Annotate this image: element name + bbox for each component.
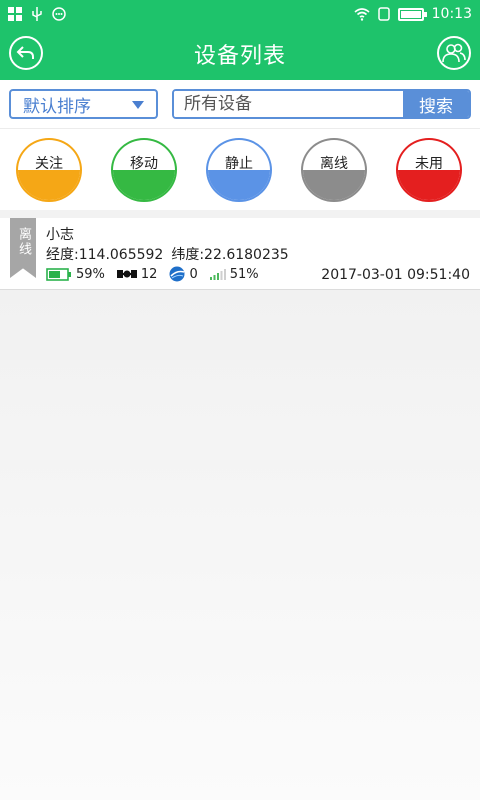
filter-fill [18, 170, 80, 200]
users-button[interactable] [437, 36, 471, 70]
filter-moving[interactable]: 移动 [111, 138, 177, 202]
list-item[interactable]: 离线 小志 经度:114.065592 纬度:22.6180235 59% 12 … [0, 218, 480, 290]
filter-label: 移动 [130, 156, 158, 172]
message-icon [52, 7, 66, 21]
battery-stat: 59% [46, 267, 105, 282]
page-title: 设备列表 [193, 44, 286, 69]
battery-status-icon [397, 7, 427, 21]
signal-icon [209, 269, 226, 280]
back-arrow-icon [16, 46, 34, 59]
device-list: 离线 小志 经度:114.065592 纬度:22.6180235 59% 12 … [0, 218, 480, 290]
filter-fill [113, 170, 175, 200]
filter-label: 静止 [225, 156, 253, 172]
filter-fill [303, 170, 365, 200]
apps-icon [8, 7, 22, 21]
station-count: 0 [189, 266, 198, 282]
battery-value: 59% [76, 266, 105, 282]
sort-dropdown[interactable]: 默认排序 [9, 89, 158, 119]
filter-label: 离线 [320, 156, 348, 172]
satellite-icon [116, 270, 137, 278]
search-row: 默认排序 搜索 [0, 80, 480, 128]
status-time: 10:13 [431, 6, 472, 22]
search-button[interactable]: 搜索 [403, 91, 469, 117]
sort-label: 默认排序 [23, 96, 91, 117]
satellite-stat: 12 [116, 266, 158, 282]
users-icon [442, 43, 466, 63]
filter-stationary[interactable]: 静止 [206, 138, 272, 202]
filter-unused[interactable]: 未用 [396, 138, 462, 202]
battery-icon [46, 267, 71, 281]
signal-value: 51% [229, 266, 259, 282]
usb-icon [32, 7, 42, 21]
filter-label: 未用 [415, 156, 443, 172]
search-box: 搜索 [172, 89, 471, 119]
longitude-text: 经度:114.065592 [46, 247, 164, 263]
device-name: 小志 [46, 227, 74, 243]
filter-fill [398, 170, 460, 200]
back-button[interactable] [9, 36, 43, 70]
filter-fill [208, 170, 270, 200]
filter-offline[interactable]: 离线 [301, 138, 367, 202]
status-filters: 关注 移动 静止 离线 未用 [0, 128, 480, 210]
device-stats: 59% 12 0 51% [46, 266, 271, 282]
latitude-text: 纬度:22.6180235 [171, 247, 289, 263]
device-timestamp: 2017-03-01 09:51:40 [321, 267, 470, 283]
status-bar: 10:13 [0, 0, 480, 28]
station-stat: 0 [169, 266, 198, 282]
signal-stat: 51% [209, 266, 259, 282]
chevron-down-icon [132, 101, 144, 109]
title-bar: 设备列表 [0, 28, 480, 80]
satellite-count: 12 [140, 266, 158, 282]
wifi-icon [354, 8, 370, 21]
globe-icon [169, 266, 185, 282]
status-ribbon-text: 离线 [16, 227, 31, 257]
search-input[interactable] [174, 91, 403, 117]
status-ribbon: 离线 [10, 218, 36, 278]
filter-label: 关注 [35, 156, 63, 172]
empty-list-area [0, 290, 480, 800]
device-coordinates: 经度:114.065592 纬度:22.6180235 [46, 244, 289, 264]
sim-icon [377, 7, 390, 21]
filter-followed[interactable]: 关注 [16, 138, 82, 202]
